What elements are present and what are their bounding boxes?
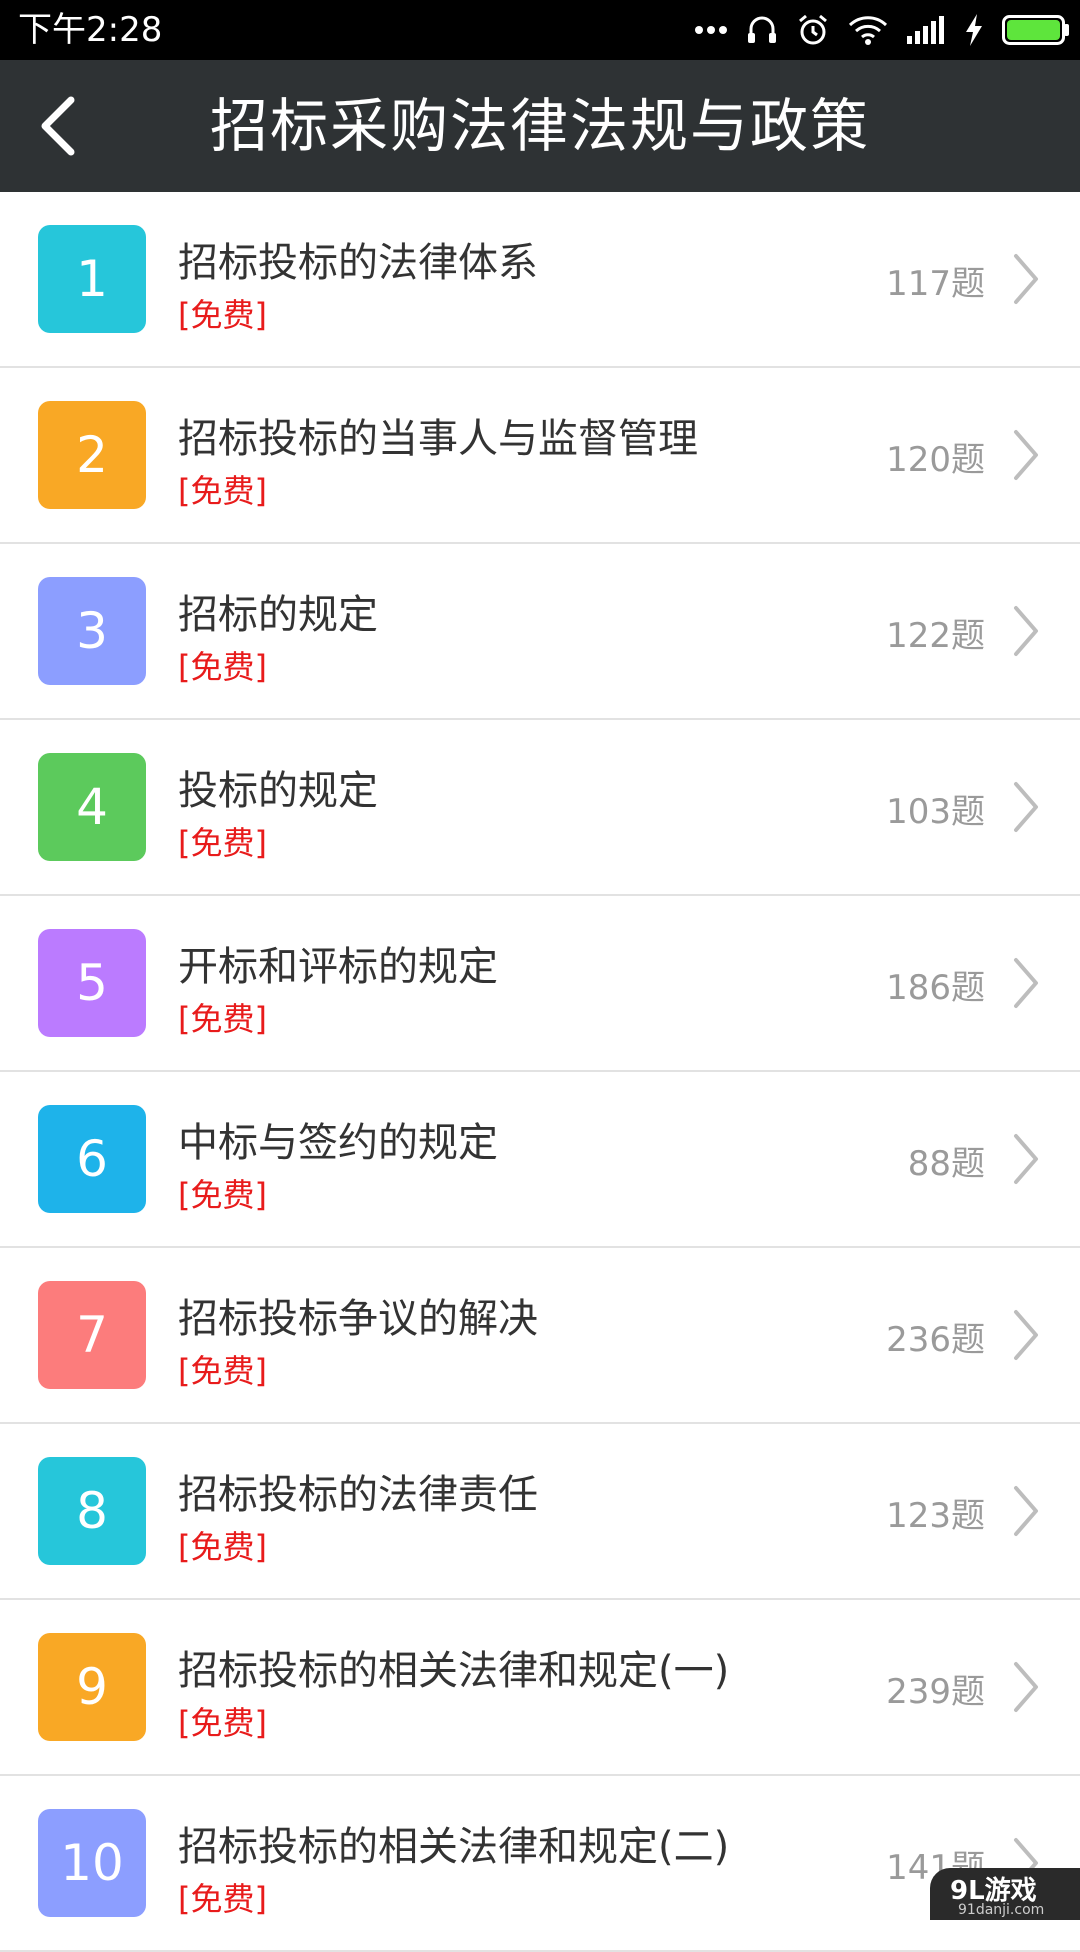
chevron-right-icon [1014,1662,1038,1712]
chapter-title: 招标投标争议的解决 [178,1296,538,1342]
chevron-right-icon [1014,254,1038,304]
chevron-right-icon [1014,1310,1038,1360]
question-count: 122题 [886,616,985,656]
chevron-right-icon [1014,430,1038,480]
chapter-number-badge: 10 [38,1809,146,1917]
chapter-title: 招标投标的当事人与监督管理 [178,416,698,462]
chapter-number-badge: 6 [38,1105,146,1213]
chapter-title: 投标的规定 [178,768,378,814]
chevron-right-icon [1014,606,1038,656]
chapter-number-badge: 1 [38,225,146,333]
charging-icon [966,14,982,46]
chapter-number-badge: 8 [38,1457,146,1565]
chapter-row[interactable]: 7 招标投标争议的解决 [免费] 236题 [0,1248,1080,1424]
free-tag: [免费] [178,1000,267,1038]
chevron-right-icon [1014,1486,1038,1536]
status-time: 下午2:28 [18,10,163,50]
status-bar: 下午2:28 [0,0,1080,60]
chapter-title: 招标投标的相关法律和规定(一) [178,1648,730,1694]
watermark-site: 91danji.com [958,1902,1045,1918]
free-tag: [免费] [178,1528,267,1566]
chapter-number-badge: 5 [38,929,146,1037]
back-arrow-icon [41,96,75,156]
chapter-title: 招标投标的法律体系 [178,240,538,286]
free-tag: [免费] [178,648,267,686]
page-title: 招标采购法律法规与政策 [209,92,870,160]
status-icons [694,0,1070,60]
signal-icon [907,16,944,44]
chapter-title: 中标与签约的规定 [178,1120,498,1166]
question-count: 186题 [886,968,985,1008]
question-count: 117题 [886,264,985,304]
free-tag: [免费] [178,1880,267,1918]
chapter-row[interactable]: 6 中标与签约的规定 [免费] 88题 [0,1072,1080,1248]
chapter-row[interactable]: 2 招标投标的当事人与监督管理 [免费] 120题 [0,368,1080,544]
chapter-row[interactable]: 3 招标的规定 [免费] 122题 [0,544,1080,720]
chevron-right-icon [1014,782,1038,832]
chapter-number-badge: 9 [38,1633,146,1741]
question-count: 239题 [886,1672,985,1712]
chapter-row[interactable]: 10 招标投标的相关法律和规定(二) [免费] 141题 [0,1776,1080,1952]
chapter-number-badge: 2 [38,401,146,509]
free-tag: [免费] [178,1176,267,1214]
chapter-row[interactable]: 8 招标投标的法律责任 [免费] 123题 [0,1424,1080,1600]
free-tag: [免费] [178,824,267,862]
chapter-number-badge: 4 [38,753,146,861]
back-button[interactable] [22,86,92,166]
headset-icon [748,16,776,43]
chevron-right-icon [1014,1134,1038,1184]
chapter-title: 招标投标的相关法律和规定(二) [178,1824,730,1870]
chapter-row[interactable]: 1 招标投标的法律体系 [免费] 117题 [0,192,1080,368]
chapter-row[interactable]: 9 招标投标的相关法律和规定(一) [免费] 239题 [0,1600,1080,1776]
chapter-title: 招标投标的法律责任 [178,1472,538,1518]
battery-icon [1002,15,1069,45]
question-count: 236题 [886,1320,985,1360]
question-count: 123题 [886,1496,985,1536]
more-icon [695,26,727,34]
chevron-right-icon [1014,958,1038,1008]
watermark: 9L游戏 91danji.com [930,1868,1080,1920]
free-tag: [免费] [178,1352,267,1390]
chapter-list: 1 招标投标的法律体系 [免费] 117题 2 招标投标的当事人与监督管理 [免费] 120题… [0,192,1080,1952]
alarm-icon [799,14,827,45]
app-header: 招标采购法律法规与政策 [0,60,1080,192]
free-tag: [免费] [178,296,267,334]
chapter-number-badge: 7 [38,1281,146,1389]
question-count: 103题 [886,792,985,832]
free-tag: [免费] [178,1704,267,1742]
chapter-row[interactable]: 5 开标和评标的规定 [免费] 186题 [0,896,1080,1072]
chapter-title: 招标的规定 [178,592,378,638]
wifi-icon [848,16,888,45]
free-tag: [免费] [178,472,267,510]
question-count: 120题 [886,440,985,480]
chapter-title: 开标和评标的规定 [178,944,498,990]
question-count: 88题 [907,1144,985,1184]
chapter-row[interactable]: 4 投标的规定 [免费] 103题 [0,720,1080,896]
chapter-number-badge: 3 [38,577,146,685]
